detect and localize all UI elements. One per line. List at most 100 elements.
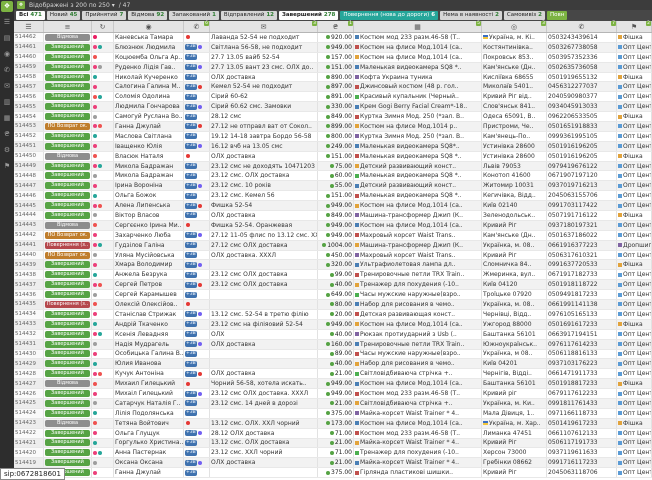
table-row[interactable]: 514456ЗавершенийСоломія Одолина+ЗВСірий …: [14, 92, 652, 102]
filter-tab[interactable]: Прийнятий7: [82, 11, 126, 20]
status-badge[interactable]: ПО Возврат ок.: [45, 123, 90, 130]
table-row[interactable]: 514423ВідмоваТетяна Войтович13.12 смс. О…: [14, 419, 652, 429]
callback-chip[interactable]: +ЗВ: [185, 272, 197, 278]
filter-tab[interactable]: Всі471: [16, 11, 45, 20]
callback-chip[interactable]: +ЗВ: [185, 44, 197, 50]
mail-icon[interactable]: ✉: [1, 81, 13, 92]
status-badge[interactable]: Завершений: [45, 271, 90, 278]
filter-tab[interactable]: Новий45: [47, 11, 81, 20]
column-header-phone[interactable]: ✆7: [547, 21, 617, 32]
callback-chip[interactable]: +ЗВ: [185, 212, 197, 218]
status-badge[interactable]: Завершений: [45, 202, 90, 209]
column-header-status[interactable]: ≡: [44, 21, 92, 32]
table-row[interactable]: 514446ЗавершенийОльга Божок+ЗВ23.12 смс.…: [14, 191, 652, 201]
table-row[interactable]: 514437ЗавершенийСергей Петров+ЗВ23.12 см…: [14, 280, 652, 290]
callback-chip[interactable]: +ЗВ: [185, 54, 197, 60]
status-badge[interactable]: Повернення (з..: [45, 242, 90, 249]
column-header-money[interactable]: ₴1: [318, 21, 354, 32]
table-row[interactable]: 514450ВідмоваВласюк НаталяОЛХ доставка15…: [14, 152, 652, 162]
callback-chip[interactable]: +ЗВ: [185, 410, 197, 416]
table-row[interactable]: 514443ВідмоваСергєєнко Ірина Ми..Фишка 5…: [14, 221, 652, 231]
callback-chip[interactable]: +ЗВ: [185, 450, 197, 456]
column-header-menu[interactable]: ☰: [14, 21, 44, 32]
callback-chip[interactable]: +ЗВ: [185, 74, 197, 80]
callback-chip[interactable]: +ЗВ: [185, 183, 197, 189]
status-badge[interactable]: Завершений: [45, 331, 90, 338]
callback-chip[interactable]: +ЗВ: [185, 64, 197, 70]
status-badge[interactable]: Завершений: [45, 163, 90, 170]
table-row[interactable]: 514439ЗавершенийХмара Володимир+ЗВ320.00…: [14, 260, 652, 270]
filter-tab[interactable]: Повн: [547, 11, 567, 20]
callback-chip[interactable]: +ЗВ: [185, 440, 197, 446]
column-header-location[interactable]: ◎3: [482, 21, 547, 32]
table-row[interactable]: 514438ЗавершенийАнжела Безрука+ЗВ23.12 с…: [14, 270, 652, 280]
filter-tab[interactable]: Відправлений12: [221, 11, 277, 20]
table-row[interactable]: 514425ЗавершенийСатарчук Наталія Г..+ЗВ2…: [14, 399, 652, 409]
callback-chip[interactable]: +ЗВ: [185, 252, 197, 258]
table-row[interactable]: 514454ЗавершенийСамогуй Руслана Во..+ЗВ2…: [14, 112, 652, 122]
column-header-contacts[interactable]: ◉: [114, 21, 184, 32]
status-badge[interactable]: Завершений: [45, 350, 90, 357]
stats-icon[interactable]: ▥: [1, 97, 13, 108]
status-badge[interactable]: Завершений: [45, 103, 90, 110]
status-badge[interactable]: Завершений: [45, 341, 90, 348]
status-badge[interactable]: Завершений: [45, 311, 90, 318]
filter-tab[interactable]: Нема в наявності2: [440, 11, 502, 20]
column-header-chat[interactable]: ✉3: [210, 21, 318, 32]
status-badge[interactable]: Завершений: [45, 400, 90, 407]
callback-chip[interactable]: +ЗВ: [185, 193, 197, 199]
status-badge[interactable]: Завершений: [45, 281, 90, 288]
status-badge[interactable]: Відмова: [45, 153, 90, 160]
status-badge[interactable]: Завершений: [45, 83, 90, 90]
table-row[interactable]: 514434ЗавершенийСтаніслав Стрижак+ЗВ13.1…: [14, 310, 652, 320]
status-badge[interactable]: ПО Возврат ок.: [45, 232, 90, 239]
callback-chip[interactable]: +ЗВ: [185, 331, 197, 337]
status-badge[interactable]: Завершений: [45, 321, 90, 328]
calls-icon[interactable]: ✆: [1, 65, 13, 76]
status-badge[interactable]: Завершений: [45, 459, 90, 466]
callback-chip[interactable]: +ЗВ: [185, 371, 197, 377]
status-badge[interactable]: Завершений: [45, 261, 90, 268]
table-row[interactable]: 514424ЗавершенийЛілія Подолянська+ЗВ375.…: [14, 409, 652, 419]
callback-chip[interactable]: +ЗВ: [185, 292, 197, 298]
callback-chip[interactable]: +ЗВ: [185, 262, 197, 268]
table-row[interactable]: 514448ЗавершенийМикола Бадражан+ЗВ23.12 …: [14, 171, 652, 181]
callback-chip[interactable]: +ЗВ: [185, 232, 197, 238]
callback-chip[interactable]: +ЗВ: [185, 400, 197, 406]
status-badge[interactable]: ПО Возврат ок.: [45, 252, 90, 259]
table-row[interactable]: 514432ЗавершенийКсенія Левадняя+ЗВОЛХ40.…: [14, 330, 652, 340]
table-row[interactable]: 514440ПО Возврат ок.Уляна Мусійовська+ЗВ…: [14, 251, 652, 261]
table-row[interactable]: 514429ЗавершенийЮлия Иванова+ЗВ40.00Набо…: [14, 359, 652, 369]
table-row[interactable]: 514436ЗавершенийСергей Карамышев+ЗВ649.0…: [14, 290, 652, 300]
status-badge[interactable]: Завершений: [45, 410, 90, 417]
callback-chip[interactable]: +ЗВ: [185, 203, 197, 209]
table-row[interactable]: 514453ПО Возврат ок.Ганна Джулай+ЗВ27.12…: [14, 122, 652, 132]
pagination-range-dropdown[interactable]: Відображені з 200 по 250 ▾: [29, 2, 115, 9]
callback-chip[interactable]: +ЗВ: [185, 84, 197, 90]
callback-chip[interactable]: +ЗВ: [185, 94, 197, 100]
table-row[interactable]: 514455ЗавершенийЛюдмила Гончарова+ЗВСіри…: [14, 102, 652, 112]
table-row[interactable]: 514457ЗавершенийСалогина Галина М..+ЗВКе…: [14, 82, 652, 92]
status-badge[interactable]: Завершений: [45, 449, 90, 456]
status-badge[interactable]: Завершений: [45, 44, 90, 51]
status-badge[interactable]: Відмова: [45, 420, 90, 427]
table-row[interactable]: 514445ЗавершенийАлена Липенська+ЗВФишка …: [14, 201, 652, 211]
status-badge[interactable]: Завершений: [45, 74, 90, 81]
status-badge[interactable]: Завершений: [45, 390, 90, 397]
app-logo-icon[interactable]: ❖: [17, 1, 25, 9]
status-badge[interactable]: Відмова: [45, 222, 90, 229]
callback-chip[interactable]: +ЗВ: [185, 341, 197, 347]
table-row[interactable]: 514462ВідмоваКаневська ТамараЛаванда 52-…: [14, 33, 652, 43]
status-badge[interactable]: Завершений: [45, 113, 90, 120]
status-badge[interactable]: Завершений: [45, 212, 90, 219]
callback-chip[interactable]: +ЗВ: [185, 430, 197, 436]
table-row[interactable]: 514421ЗавершенийГоргулько Христина..+ЗВ1…: [14, 439, 652, 449]
callback-chip[interactable]: +ЗВ: [185, 163, 197, 169]
products-icon[interactable]: ▦: [1, 113, 13, 124]
status-badge[interactable]: Завершений: [45, 291, 90, 298]
table-row[interactable]: 514418ЗавершенийГанна Джулай+ЗВ375.00Гір…: [14, 468, 652, 478]
callback-chip[interactable]: +ЗВ: [185, 104, 197, 110]
callback-chip[interactable]: +ЗВ: [185, 123, 197, 129]
column-header-source[interactable]: ⚑2: [617, 21, 652, 32]
table-row[interactable]: 514435Повернення (з..Олексій Олексійов..…: [14, 300, 652, 310]
